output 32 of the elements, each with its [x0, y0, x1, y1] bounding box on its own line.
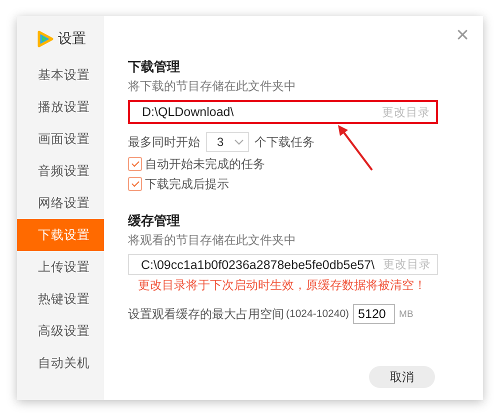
checkbox[interactable]	[128, 157, 142, 171]
section-description: 将下载的节目存储在此文件夹中	[128, 78, 297, 95]
concurrent-label: 最多同时开始	[128, 134, 200, 150]
range-text: (1024-10240)	[286, 308, 350, 320]
path-field[interactable]: D:\QLDownload\ 更改目录	[128, 100, 438, 124]
sidebar-item[interactable]: 音频设置	[17, 155, 104, 187]
sidebar-item[interactable]: 高级设置	[17, 315, 104, 347]
play-logo-icon	[36, 30, 54, 48]
sidebar-item[interactable]: 上传设置	[17, 251, 104, 283]
arrow-drawing	[336, 124, 374, 172]
path-field[interactable]: C:\09cc1a1b0f0236a2878ebe5fe0db5e57\ 更改目录	[128, 254, 438, 275]
section-heading: 缓存管理	[128, 212, 181, 230]
unit-label: MB	[399, 308, 414, 320]
checkbox-label: 下载完成后提示	[145, 176, 229, 192]
section-description: 将观看的节目存储在此文件夹中	[128, 232, 297, 249]
concurrent-suffix: 个下载任务	[254, 134, 315, 150]
sidebar-item[interactable]: 播放设置	[17, 91, 104, 123]
section-heading: 下载管理	[128, 58, 181, 76]
window-title: 设置	[58, 30, 86, 48]
cache-size-label: 设置观看缓存的最大占用空间	[128, 306, 284, 322]
chevron-down-icon	[234, 139, 244, 145]
cancel-button[interactable]: 取消	[369, 366, 435, 388]
sidebar-item[interactable]: 画面设置	[17, 123, 104, 155]
sidebar-item[interactable]: 网络设置	[17, 187, 104, 219]
count-dropdown[interactable]: 3	[206, 132, 249, 152]
sidebar-item[interactable]: 热键设置	[17, 283, 104, 315]
checkbox-label: 自动开始未完成的任务	[145, 156, 265, 172]
sidebar-item[interactable]: 基本设置	[17, 59, 104, 91]
checkbox[interactable]	[128, 177, 142, 191]
sidebar-item[interactable]: 自动关机	[17, 347, 104, 379]
size-input[interactable]: 5120	[353, 304, 396, 324]
warning-text: 更改目录将于下次启动时生效，原缓存数据将被清空！	[137, 277, 427, 294]
